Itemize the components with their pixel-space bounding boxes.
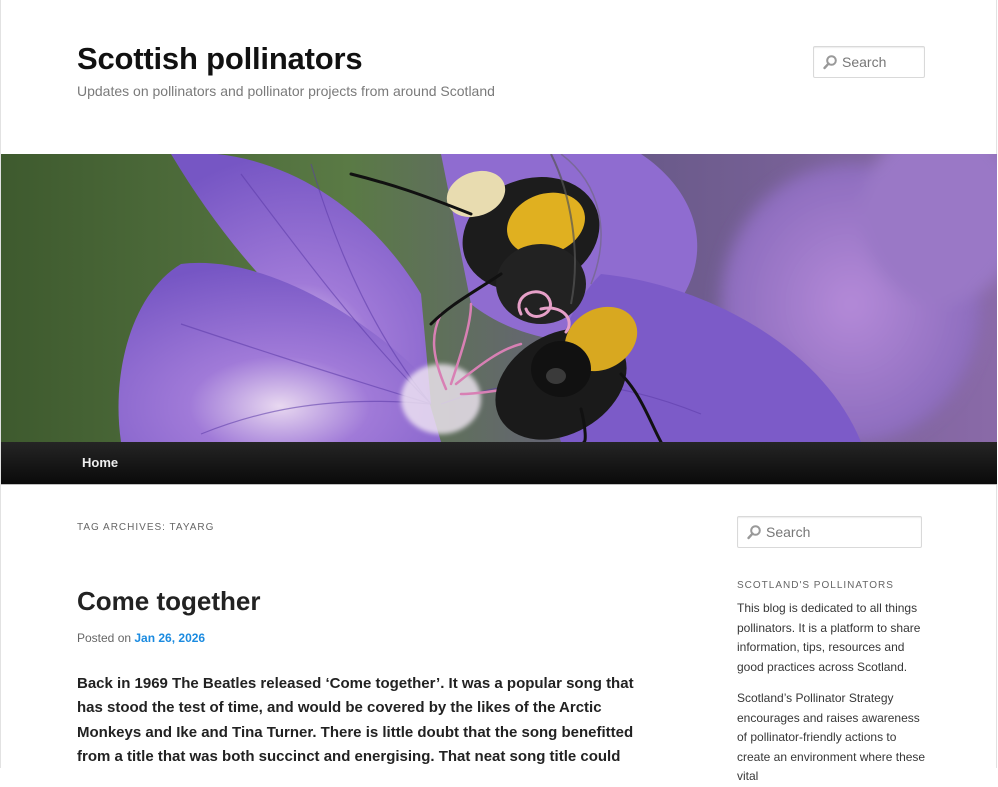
post-title[interactable]: Come together [77,586,260,617]
search-icon [823,55,837,70]
post-date-link[interactable]: Jan 26, 2026 [134,631,205,645]
sidebar-search-input[interactable] [766,517,917,547]
site-title[interactable]: Scottish pollinators [77,41,363,77]
search-icon [747,525,761,540]
site-description: Updates on pollinators and pollinator pr… [77,83,495,99]
header-search-box[interactable] [813,46,925,78]
widget-paragraph-2: Scotland’s Pollinator Strategy encourage… [737,691,926,784]
header-banner-image[interactable] [1,154,997,442]
sidebar-search-box[interactable] [737,516,922,548]
bumblebee-flower-illustration [1,154,997,442]
header-search-input[interactable] [842,47,920,77]
post-excerpt: Back in 1969 The Beatles released ‘Come … [77,675,634,765]
post-meta: Posted on Jan 26, 2026 [77,631,205,645]
nav-item-home[interactable]: Home [82,455,118,470]
widget-title: SCOTLAND'S POLLINATORS [737,580,894,591]
posted-on-label: Posted on [77,631,135,645]
archive-heading: TAG ARCHIVES: TAYARG [77,522,215,533]
main-navigation: Home [1,442,997,485]
widget-paragraph-1: This blog is dedicated to all things pol… [737,601,921,674]
